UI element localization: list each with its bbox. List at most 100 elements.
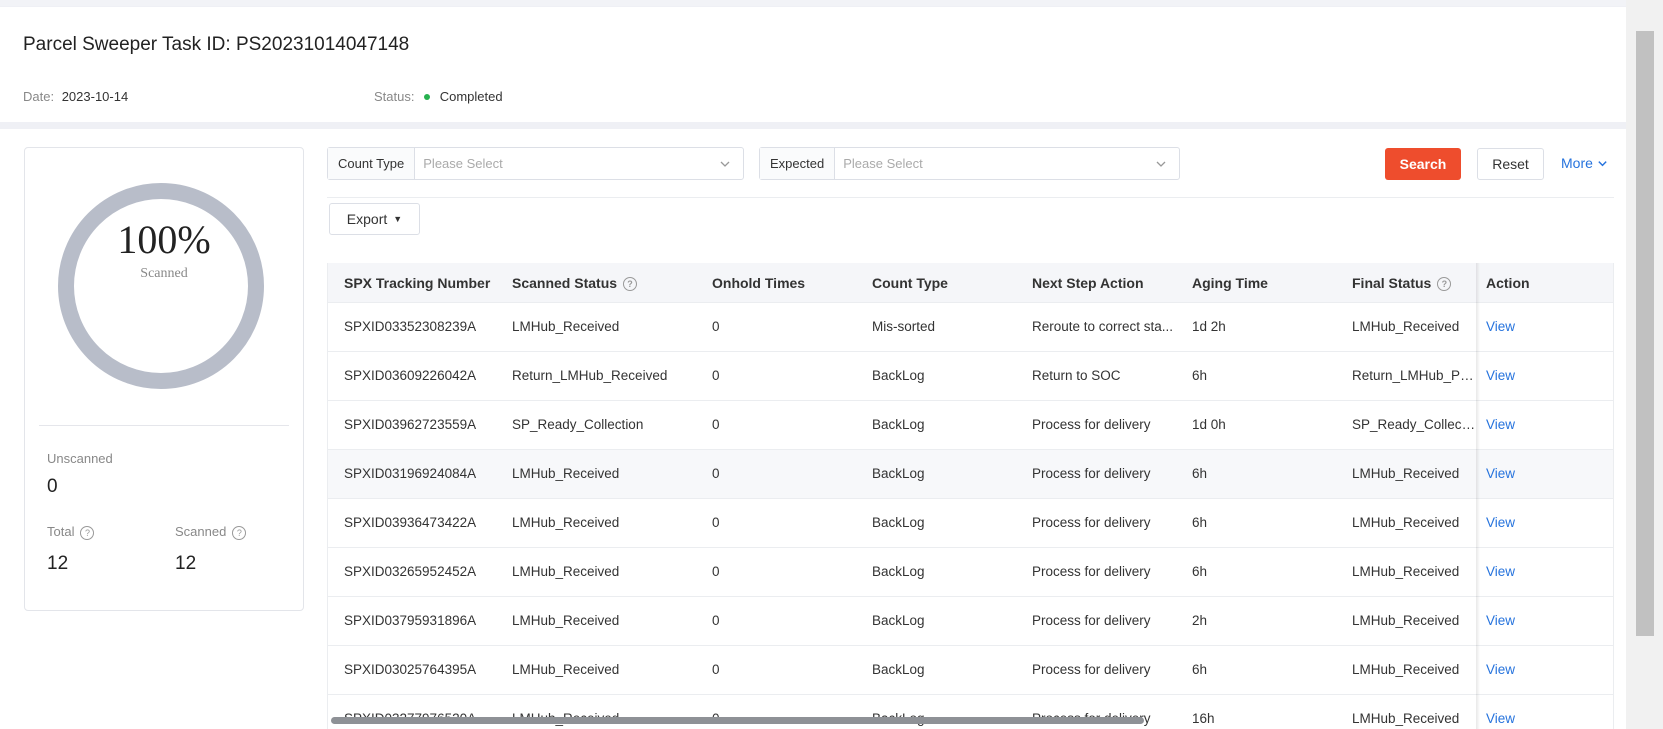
cell-tracking-number: SPXID03025764395A: [344, 662, 477, 677]
scanned-stat: Scanned?: [175, 524, 247, 540]
search-button[interactable]: Search: [1385, 148, 1461, 180]
table-row[interactable]: SPXID03265952452A LMHub_Received 0 BackLog P…: [328, 548, 1613, 597]
help-icon[interactable]: ?: [623, 277, 638, 292]
reset-button[interactable]: Reset: [1477, 148, 1544, 180]
cell-tracking-number: SPXID03196924084A: [344, 466, 477, 481]
col-next-step-action: Next Step Action: [1032, 275, 1144, 291]
parcel-table: SPX Tracking Number Scanned Status? Onho…: [327, 263, 1614, 729]
cell-final-status: LMHub_Received: [1352, 564, 1460, 579]
view-link[interactable]: View: [1486, 450, 1546, 498]
status-dot-icon: [424, 94, 431, 101]
view-link[interactable]: View: [1486, 548, 1546, 596]
cell-final-status: LMHub_Received: [1352, 613, 1460, 628]
cell-next-step-action: Return to SOC: [1032, 368, 1121, 383]
view-link[interactable]: View: [1486, 695, 1546, 729]
help-icon[interactable]: ?: [232, 525, 247, 540]
cell-onhold-times: 0: [712, 368, 720, 383]
vertical-scrollbar-thumb[interactable]: [1636, 31, 1654, 636]
cell-final-status: LMHub_Received: [1352, 319, 1460, 334]
status-value: Completed: [439, 89, 503, 104]
help-icon[interactable]: ?: [80, 525, 95, 540]
cell-aging-time: 6h: [1192, 662, 1208, 677]
cell-aging-time: 1d 2h: [1192, 319, 1226, 334]
col-onhold-times: Onhold Times: [712, 275, 806, 291]
horizontal-scrollbar[interactable]: [331, 717, 1144, 724]
cell-scanned-status: LMHub_Received: [512, 613, 620, 628]
col-action: Action: [1486, 275, 1530, 291]
scan-progress-donut: [58, 183, 264, 389]
view-link[interactable]: View: [1486, 597, 1546, 645]
scanned-label: Scanned: [175, 524, 227, 539]
cell-count-type: BackLog: [872, 466, 925, 481]
table-row[interactable]: SPXID03936473422A LMHub_Received 0 BackLog P…: [328, 499, 1613, 548]
col-final-status-label: Final Status: [1352, 275, 1432, 291]
status-label: Status:: [374, 89, 415, 104]
table-row[interactable]: SPXID03025764395A LMHub_Received 0 BackLog P…: [328, 646, 1613, 695]
more-filters-link[interactable]: More: [1561, 155, 1608, 171]
cell-count-type: BackLog: [872, 515, 925, 530]
cell-scanned-status: LMHub_Received: [512, 515, 620, 530]
chevron-down-icon: [720, 161, 730, 167]
help-icon[interactable]: ?: [1437, 277, 1452, 292]
cell-count-type: BackLog: [872, 662, 925, 677]
view-link[interactable]: View: [1486, 303, 1546, 351]
cell-count-type: BackLog: [872, 417, 925, 432]
col-tracking-number: SPX Tracking Number: [344, 275, 491, 291]
cell-aging-time: 6h: [1192, 564, 1208, 579]
cell-next-step-action: Process for delivery: [1032, 466, 1151, 481]
cell-aging-time: 1d 0h: [1192, 417, 1226, 432]
cell-onhold-times: 0: [712, 319, 720, 334]
table-row[interactable]: SPXID03196924084A LMHub_Received 0 BackLog P…: [328, 450, 1613, 499]
top-strip: [0, 0, 1626, 6]
cell-tracking-number: SPXID03962723559A: [344, 417, 477, 432]
cell-scanned-status: Return_LMHub_Received: [512, 368, 668, 383]
table-row[interactable]: SPXID03609226042A Return_LMHub_Received 0 B…: [328, 352, 1613, 401]
cell-aging-time: 16h: [1192, 711, 1215, 726]
expected-select[interactable]: Please Select: [835, 156, 1155, 171]
cell-next-step-action: Reroute to correct sta...: [1032, 319, 1174, 334]
cell-onhold-times: 0: [712, 466, 720, 481]
view-link[interactable]: View: [1486, 646, 1546, 694]
date-value: 2023-10-14: [61, 89, 129, 104]
task-status: Status: Completed: [374, 89, 503, 104]
cell-aging-time: 6h: [1192, 466, 1208, 481]
table-row[interactable]: SPXID03962723559A SP_Ready_Collection 0 Bac…: [328, 401, 1613, 450]
count-type-filter[interactable]: Count Type Please Select: [327, 147, 744, 180]
cell-next-step-action: Process for delivery: [1032, 662, 1151, 677]
table-row[interactable]: SPXID03795931896A LMHub_Received 0 BackLog P…: [328, 597, 1613, 646]
export-button[interactable]: Export ▼: [329, 203, 420, 235]
cell-scanned-status: LMHub_Received: [512, 564, 620, 579]
cell-tracking-number: SPXID03609226042A: [344, 368, 477, 383]
cell-final-status: LMHub_Received: [1352, 711, 1460, 726]
scan-percent: 100%: [117, 217, 211, 262]
cell-final-status: LMHub_Received: [1352, 515, 1460, 530]
export-label: Export: [346, 211, 388, 227]
cell-final-status: LMHub_Received: [1352, 466, 1460, 481]
table-row[interactable]: SPXID03352308239A LMHub_Received 0 Mis-sort…: [328, 303, 1613, 352]
count-type-select[interactable]: Please Select: [415, 156, 719, 171]
cell-aging-time: 2h: [1192, 613, 1208, 628]
cell-aging-time: 6h: [1192, 515, 1208, 530]
unscanned-label: Unscanned: [47, 451, 113, 466]
col-final-status: Final Status?: [1352, 263, 1452, 303]
expected-filter[interactable]: Expected Please Select: [759, 147, 1180, 180]
cell-onhold-times: 0: [712, 564, 720, 579]
view-link[interactable]: View: [1486, 401, 1546, 449]
fixed-column-shadow: [1476, 263, 1480, 729]
cell-scanned-status: LMHub_Received: [512, 319, 620, 334]
cell-scanned-status: SP_Ready_Collection: [512, 417, 644, 432]
view-link[interactable]: View: [1486, 499, 1546, 547]
main-content: 100% Scanned Unscanned 0 Total? 12 Scann…: [0, 129, 1626, 729]
table-body: SPXID03352308239A LMHub_Received 0 Mis-sort…: [328, 303, 1613, 729]
cell-count-type: BackLog: [872, 564, 925, 579]
cell-next-step-action: Process for delivery: [1032, 417, 1151, 432]
task-date: Date: 2023-10-14: [23, 89, 128, 104]
col-scanned-status-label: Scanned Status: [512, 275, 618, 291]
cell-final-status: LMHub_Received: [1352, 662, 1460, 677]
cell-onhold-times: 0: [712, 515, 720, 530]
view-link[interactable]: View: [1486, 352, 1546, 400]
cell-next-step-action: Process for delivery: [1032, 515, 1151, 530]
chevron-down-icon: [1156, 161, 1166, 167]
total-label: Total: [47, 524, 75, 539]
cell-tracking-number: SPXID03795931896A: [344, 613, 477, 628]
